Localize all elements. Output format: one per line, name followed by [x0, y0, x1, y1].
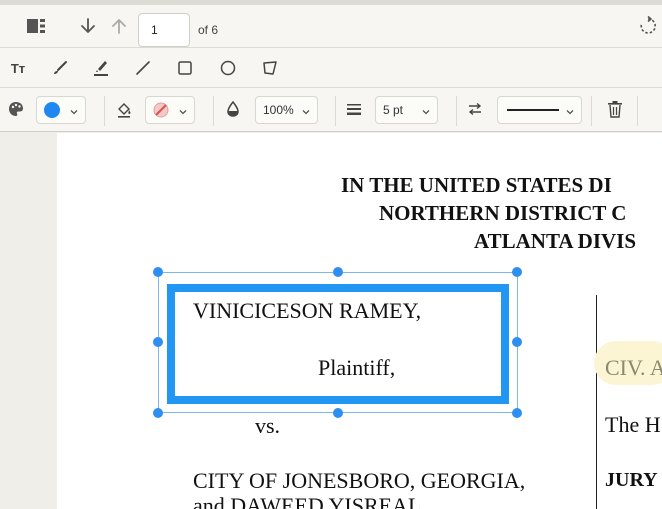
- toolbar-divider: [104, 96, 105, 126]
- caption-divider-line: [596, 295, 597, 509]
- palette-icon: [5, 98, 27, 120]
- highlighter-icon[interactable]: [89, 56, 113, 80]
- resize-handle-left[interactable]: [153, 337, 163, 347]
- toolbar-divider: [637, 96, 638, 126]
- toolbar-divider: [456, 96, 457, 126]
- resize-handle-top-right[interactable]: [512, 267, 522, 277]
- defendant-line2: and DAWEED YISREAL,: [193, 493, 427, 509]
- versus-label: vs.: [255, 413, 281, 438]
- stroke-color-swatch: [44, 102, 60, 118]
- court-header-line1: IN THE UNITED STATES DI: [341, 173, 612, 197]
- court-header-line3: ATLANTA DIVIS: [474, 229, 637, 253]
- fill-color-dropdown[interactable]: [145, 96, 195, 124]
- court-header-line2: NORTHERN DISTRICT C: [379, 201, 627, 225]
- text-tool-icon[interactable]: Tт: [6, 56, 30, 80]
- case-number-label: CIV. A: [605, 355, 662, 380]
- page-count-label: of 6: [198, 23, 219, 37]
- opacity-value: 100%: [263, 103, 294, 117]
- selection-box[interactable]: [158, 272, 518, 413]
- swap-icon: [464, 98, 486, 120]
- line-style-dropdown[interactable]: [497, 96, 582, 124]
- resize-handle-bottom-right[interactable]: [512, 408, 522, 418]
- navigation-toolbar: of 6: [0, 5, 662, 48]
- honorable-text: The H: [605, 412, 661, 437]
- resize-handle-bottom-left[interactable]: [153, 408, 163, 418]
- document-page[interactable]: IN THE UNITED STATES DI NORTHERN DISTRIC…: [57, 133, 662, 509]
- text-tool-glyph: Tт: [10, 60, 26, 76]
- trash-icon[interactable]: [604, 98, 626, 120]
- arrow-up-icon[interactable]: [107, 14, 131, 38]
- line-icon[interactable]: [131, 56, 155, 80]
- resize-handle-top-left[interactable]: [153, 267, 163, 277]
- page-number-input[interactable]: [138, 13, 190, 47]
- opacity-drop-icon: [222, 98, 244, 120]
- chevron-down-icon: [566, 105, 574, 119]
- arrow-down-icon[interactable]: [76, 14, 100, 38]
- document-sidebar-margin: [0, 133, 57, 509]
- rectangle-icon[interactable]: [173, 56, 197, 80]
- toolbar-divider: [335, 96, 336, 126]
- annotation-properties-toolbar: 100% 5 pt: [0, 88, 662, 132]
- rotate-icon[interactable]: [636, 14, 660, 38]
- brush-icon[interactable]: [48, 56, 72, 80]
- chevron-down-icon: [179, 105, 187, 119]
- line-style-preview: [507, 109, 559, 111]
- sidebar-toggle-icon[interactable]: [23, 15, 49, 37]
- annotation-tools-toolbar: Tт: [0, 48, 662, 88]
- line-width-value: 5 pt: [383, 103, 404, 117]
- resize-handle-right[interactable]: [512, 337, 522, 347]
- resize-handle-top[interactable]: [333, 267, 343, 277]
- toolbar-divider: [213, 96, 214, 126]
- jury-text: JURY: [605, 469, 658, 491]
- fill-bucket-icon: [113, 98, 135, 120]
- stroke-color-dropdown[interactable]: [36, 96, 86, 124]
- chevron-down-icon: [422, 105, 430, 119]
- opacity-dropdown[interactable]: 100%: [255, 96, 318, 124]
- line-width-dropdown[interactable]: 5 pt: [375, 96, 438, 124]
- defendant-line1: CITY OF JONESBORO, GEORGIA,: [193, 468, 526, 493]
- circle-icon[interactable]: [216, 56, 240, 80]
- toolbar-divider: [591, 96, 592, 126]
- resize-handle-bottom[interactable]: [333, 408, 343, 418]
- line-weight-icon: [343, 98, 365, 120]
- no-fill-icon: [152, 101, 170, 122]
- chevron-down-icon: [302, 105, 310, 119]
- polygon-icon[interactable]: [258, 56, 282, 80]
- chevron-down-icon: [70, 105, 78, 119]
